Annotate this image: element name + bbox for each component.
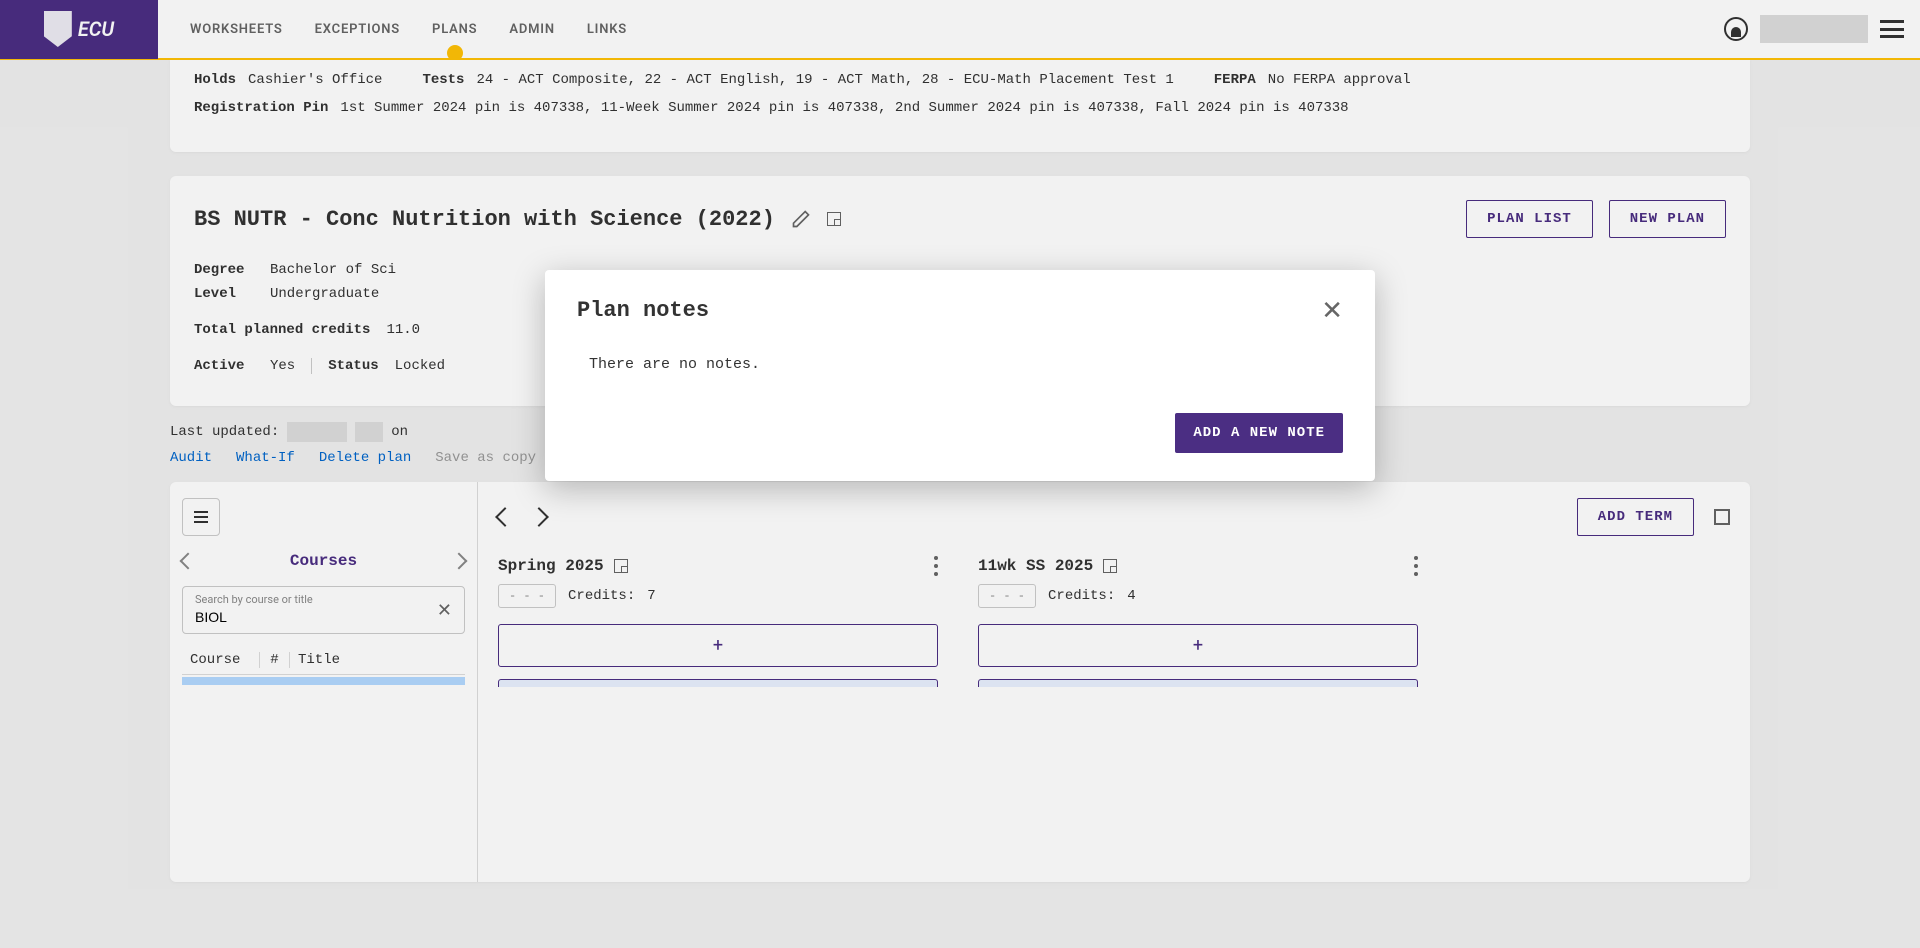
modal-title: Plan notes [577, 298, 709, 323]
add-note-button[interactable]: ADD A NEW NOTE [1175, 413, 1343, 453]
modal-close-icon[interactable]: ✕ [1321, 298, 1343, 324]
modal-body-text: There are no notes. [577, 356, 1343, 373]
plan-notes-modal: Plan notes ✕ There are no notes. ADD A N… [545, 270, 1375, 481]
modal-overlay[interactable]: Plan notes ✕ There are no notes. ADD A N… [0, 0, 1920, 948]
